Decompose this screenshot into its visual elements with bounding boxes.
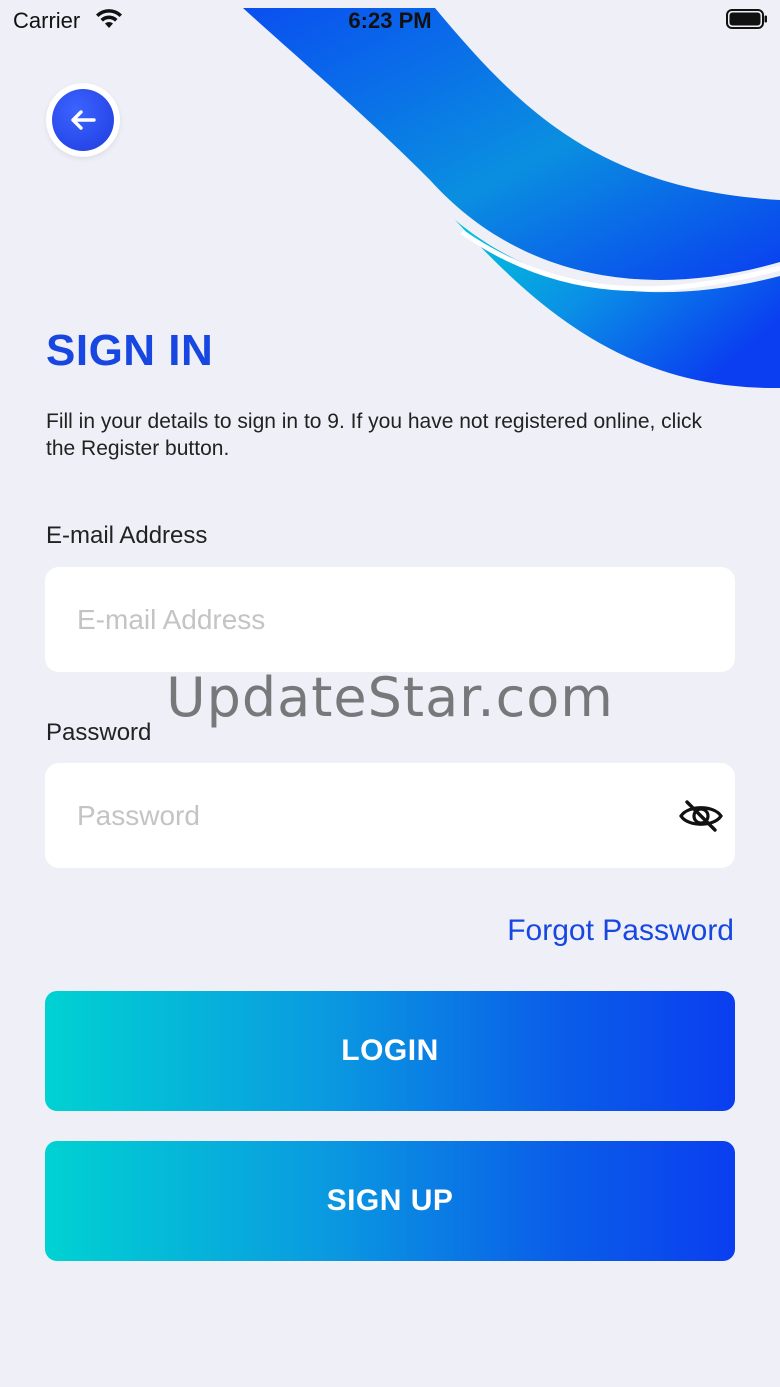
password-input[interactable] [45,763,735,868]
status-bar: Carrier 6:23 PM [0,0,780,40]
battery-icon [726,9,767,29]
eye-off-icon[interactable] [679,796,723,836]
watermark: UpdateStar.com [166,666,614,729]
email-label: E-mail Address [46,522,208,549]
page-subtitle: Fill in your details to sign in to 9. If… [46,410,703,460]
login-button[interactable]: LOGIN [45,991,735,1111]
email-field-container [45,567,735,672]
page-title: SIGN IN [46,326,214,375]
signup-button[interactable]: SIGN UP [45,1141,735,1261]
arrow-left-icon [71,110,96,130]
back-button[interactable] [46,83,120,157]
password-field-container [45,763,735,868]
email-input[interactable] [45,567,735,672]
clock-time: 6:23 PM [348,8,432,33]
forgot-password-link[interactable]: Forgot Password [507,914,734,948]
back-button-circle [52,89,114,151]
